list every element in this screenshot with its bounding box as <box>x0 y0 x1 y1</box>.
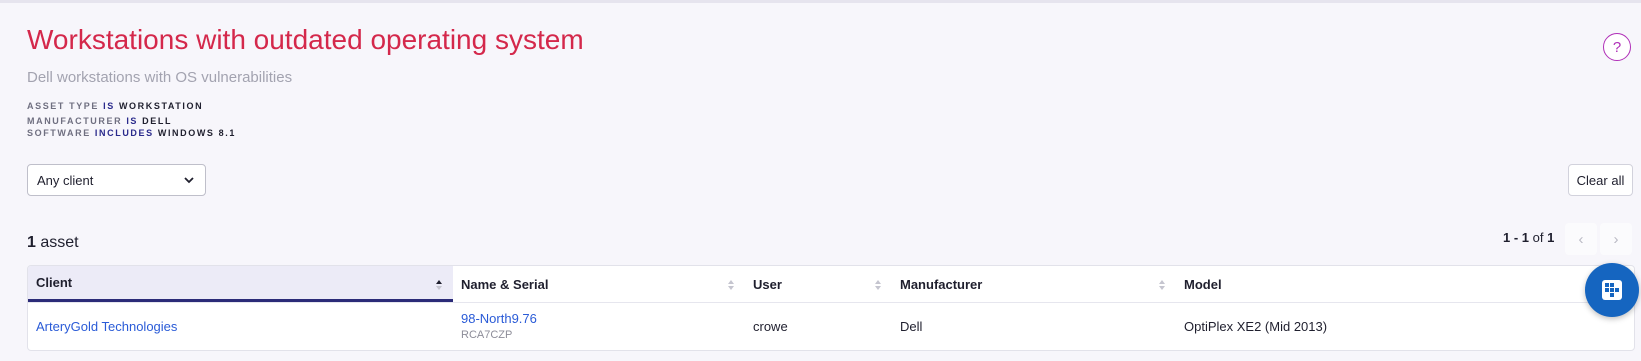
question-icon: ? <box>1612 38 1622 56</box>
page-subtitle: Dell workstations with OS vulnerabilitie… <box>27 69 293 86</box>
chevron-down-icon <box>184 177 194 184</box>
filter-software: SOFTWARE INCLUDES WINDOWS 8.1 <box>27 128 236 138</box>
filter-field: ASSET TYPE <box>27 101 100 111</box>
chat-widget-icon <box>1602 280 1622 300</box>
filter-value: WORKSTATION <box>118 101 204 111</box>
chevron-left-icon: ‹ <box>1578 230 1584 248</box>
filter-asset-type: ASSET TYPE IS WORKSTATION <box>27 101 203 111</box>
column-header-label: Name & Serial <box>461 276 549 292</box>
cell-model: OptiPlex XE2 (Mid 2013) <box>1184 319 1328 334</box>
cell-client-link[interactable]: ArteryGold Technologies <box>36 319 177 334</box>
client-select[interactable]: Any client <box>27 164 206 196</box>
client-select-value: Any client <box>37 172 94 188</box>
help-button[interactable]: ? <box>1603 33 1631 61</box>
filter-operator: INCLUDES <box>94 128 154 138</box>
filter-field: SOFTWARE <box>27 128 91 138</box>
prev-page-button[interactable]: ‹ <box>1565 223 1597 255</box>
cell-name-link[interactable]: 98-North9.76 <box>461 311 537 326</box>
sort-icon <box>728 280 734 290</box>
sort-icon <box>875 280 881 290</box>
chevron-right-icon: › <box>1613 230 1619 248</box>
cell-manufacturer: Dell <box>900 319 923 334</box>
column-header-label: User <box>753 276 782 292</box>
column-header-manufacturer[interactable]: Manufacturer <box>892 266 1176 302</box>
filter-value: DELL <box>142 116 173 126</box>
results-count-number: 1 <box>27 234 36 251</box>
column-header-label: Model <box>1184 276 1222 292</box>
pagination-of: of <box>1532 230 1544 245</box>
column-header-label: Client <box>36 275 73 290</box>
next-page-button[interactable]: › <box>1600 223 1632 255</box>
results-count-noun: asset <box>40 234 79 251</box>
column-header-client[interactable]: Client <box>28 266 453 302</box>
pagination-summary: 1 - 1 of 1 <box>1503 230 1554 245</box>
filter-operator: IS <box>103 101 115 111</box>
cell-user: crowe <box>753 319 788 334</box>
filter-operator: IS <box>126 116 139 126</box>
results-count: 1 asset <box>27 234 79 252</box>
pagination-total: 1 <box>1547 230 1555 245</box>
filter-manufacturer: MANUFACTURER IS DELL <box>27 116 172 126</box>
filter-field: MANUFACTURER <box>27 116 123 126</box>
top-border <box>0 0 1641 3</box>
pagination-range: 1 - 1 <box>1503 230 1530 245</box>
header-divider <box>28 302 1634 303</box>
sort-icon <box>1159 280 1165 290</box>
column-header-user[interactable]: User <box>745 266 892 302</box>
sort-ascending-icon <box>436 280 442 290</box>
column-header-name-serial[interactable]: Name & Serial <box>453 266 745 302</box>
clear-all-button[interactable]: Clear all <box>1568 164 1633 196</box>
column-header-model[interactable]: Model <box>1176 266 1596 302</box>
column-header-label: Manufacturer <box>900 276 983 292</box>
cell-serial: RCA7CZP <box>461 329 513 341</box>
assets-table: Client Name & Serial User Manufacturer M… <box>27 265 1635 351</box>
filter-value: WINDOWS 8.1 <box>157 128 236 138</box>
page-title: Workstations with outdated operating sys… <box>27 24 584 55</box>
chat-widget-button[interactable] <box>1585 263 1639 317</box>
